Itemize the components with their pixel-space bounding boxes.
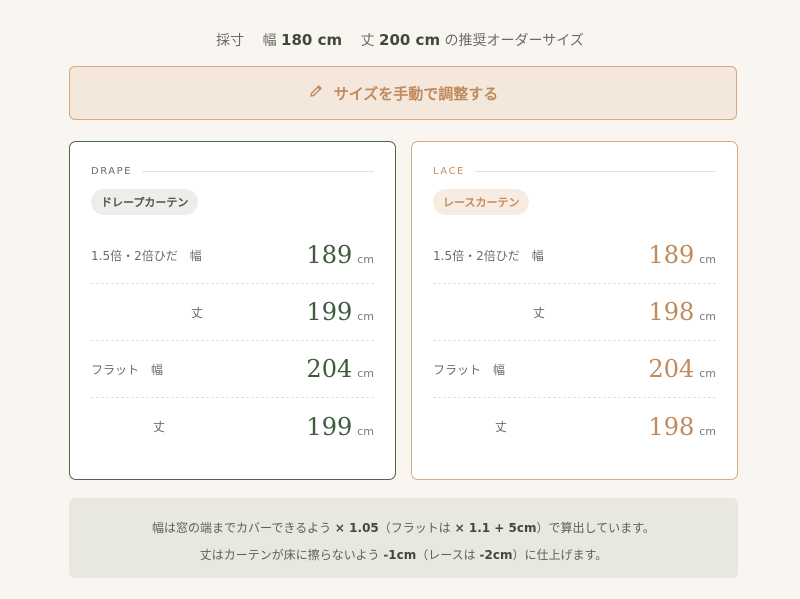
row-value: 199 (306, 412, 353, 441)
summary-width-label: 幅 (262, 33, 277, 49)
note-text: ）で算出しています。 (536, 521, 655, 535)
summary-prefix: 採寸 (216, 33, 245, 49)
size-row: 丈 199 cm (91, 398, 374, 455)
row-unit: cm (357, 253, 374, 266)
lace-card: LACE レースカーテン 1.5倍・2倍ひだ幅 189 cm 丈 198 cm フラ… (411, 141, 738, 480)
row-category: 1.5倍・2倍ひだ (433, 248, 520, 263)
size-row: 丈 198 cm (433, 284, 716, 341)
note-text: 幅は窓の端までカバーできるよう (152, 521, 332, 535)
summary-height-value: 200 cm (379, 31, 441, 49)
row-unit: cm (357, 367, 374, 380)
pencil-icon (308, 83, 334, 103)
row-dimension: 幅 (151, 362, 164, 377)
row-dimension: 丈 (191, 305, 204, 320)
row-unit: cm (357, 424, 374, 438)
summary-height-label: 丈 (360, 33, 375, 49)
note-emphasis: × 1.1 + 5cm (454, 521, 537, 535)
row-category: フラット (433, 362, 482, 377)
row-dimension: 幅 (493, 362, 506, 377)
row-value: 199 (306, 298, 353, 326)
note-text: 丈はカーテンが床に擦らないよう (199, 548, 380, 562)
drape-card: DRAPE ドレープカーテン 1.5倍・2倍ひだ幅 189 cm 丈 199 cm … (69, 141, 396, 480)
row-category: フラット (91, 362, 140, 377)
row-unit: cm (699, 310, 716, 323)
row-value: 198 (648, 298, 695, 326)
manual-adjust-button[interactable]: サイズを手動で調整する (69, 66, 737, 120)
note-emphasis: -1cm (383, 548, 417, 562)
drape-chip: ドレープカーテン (91, 189, 199, 215)
row-dimension: 幅 (189, 248, 202, 263)
row-unit: cm (699, 367, 716, 380)
note-line-1: 幅は窓の端までカバーできるよう × 1.05（フラットは × 1.1 + 5cm… (69, 515, 738, 542)
row-category: 1.5倍・2倍ひだ (91, 248, 178, 263)
note-text: （フラットは (378, 521, 451, 535)
lace-chip: レースカーテン (433, 189, 530, 215)
size-row: 1.5倍・2倍ひだ幅 189 cm (433, 227, 716, 284)
summary-width-value: 180 cm (281, 31, 343, 49)
note-emphasis: × 1.05 (334, 521, 379, 535)
note-text: ）に仕上げます。 (512, 548, 608, 562)
summary-suffix: の推奨オーダーサイズ (444, 33, 584, 49)
divider (474, 171, 716, 172)
row-unit: cm (357, 310, 374, 323)
row-value: 189 (648, 241, 695, 269)
row-unit: cm (699, 424, 716, 438)
calculation-note: 幅は窓の端までカバーできるよう × 1.05（フラットは × 1.1 + 5cm… (69, 498, 738, 578)
note-text: （レースは (416, 548, 476, 562)
size-row: 丈 199 cm (91, 284, 374, 341)
divider (141, 171, 374, 172)
manual-adjust-label: サイズを手動で調整する (333, 84, 499, 103)
row-value: 204 (306, 355, 353, 383)
row-dimension: 丈 (533, 305, 546, 320)
row-value: 198 (648, 412, 695, 441)
row-value: 189 (306, 241, 353, 269)
row-dimension: 丈 (153, 420, 166, 434)
row-dimension: 丈 (495, 420, 508, 434)
size-row: フラット幅 204 cm (91, 341, 374, 398)
size-row: 丈 198 cm (433, 398, 716, 455)
drape-code: DRAPE (91, 166, 132, 177)
row-value: 204 (648, 355, 695, 383)
size-row: 1.5倍・2倍ひだ幅 189 cm (91, 227, 374, 284)
size-row: フラット幅 204 cm (433, 341, 716, 398)
note-line-2: 丈はカーテンが床に擦らないよう -1cm（レースは -2cm）に仕上げます。 (69, 542, 738, 569)
lace-code: LACE (433, 166, 465, 177)
row-dimension: 幅 (531, 248, 544, 263)
recommended-size-summary: 採寸 幅 180 cm 丈 200 cm の推奨オーダーサイズ (0, 30, 800, 50)
row-unit: cm (699, 253, 716, 266)
note-emphasis: -2cm (479, 548, 513, 562)
